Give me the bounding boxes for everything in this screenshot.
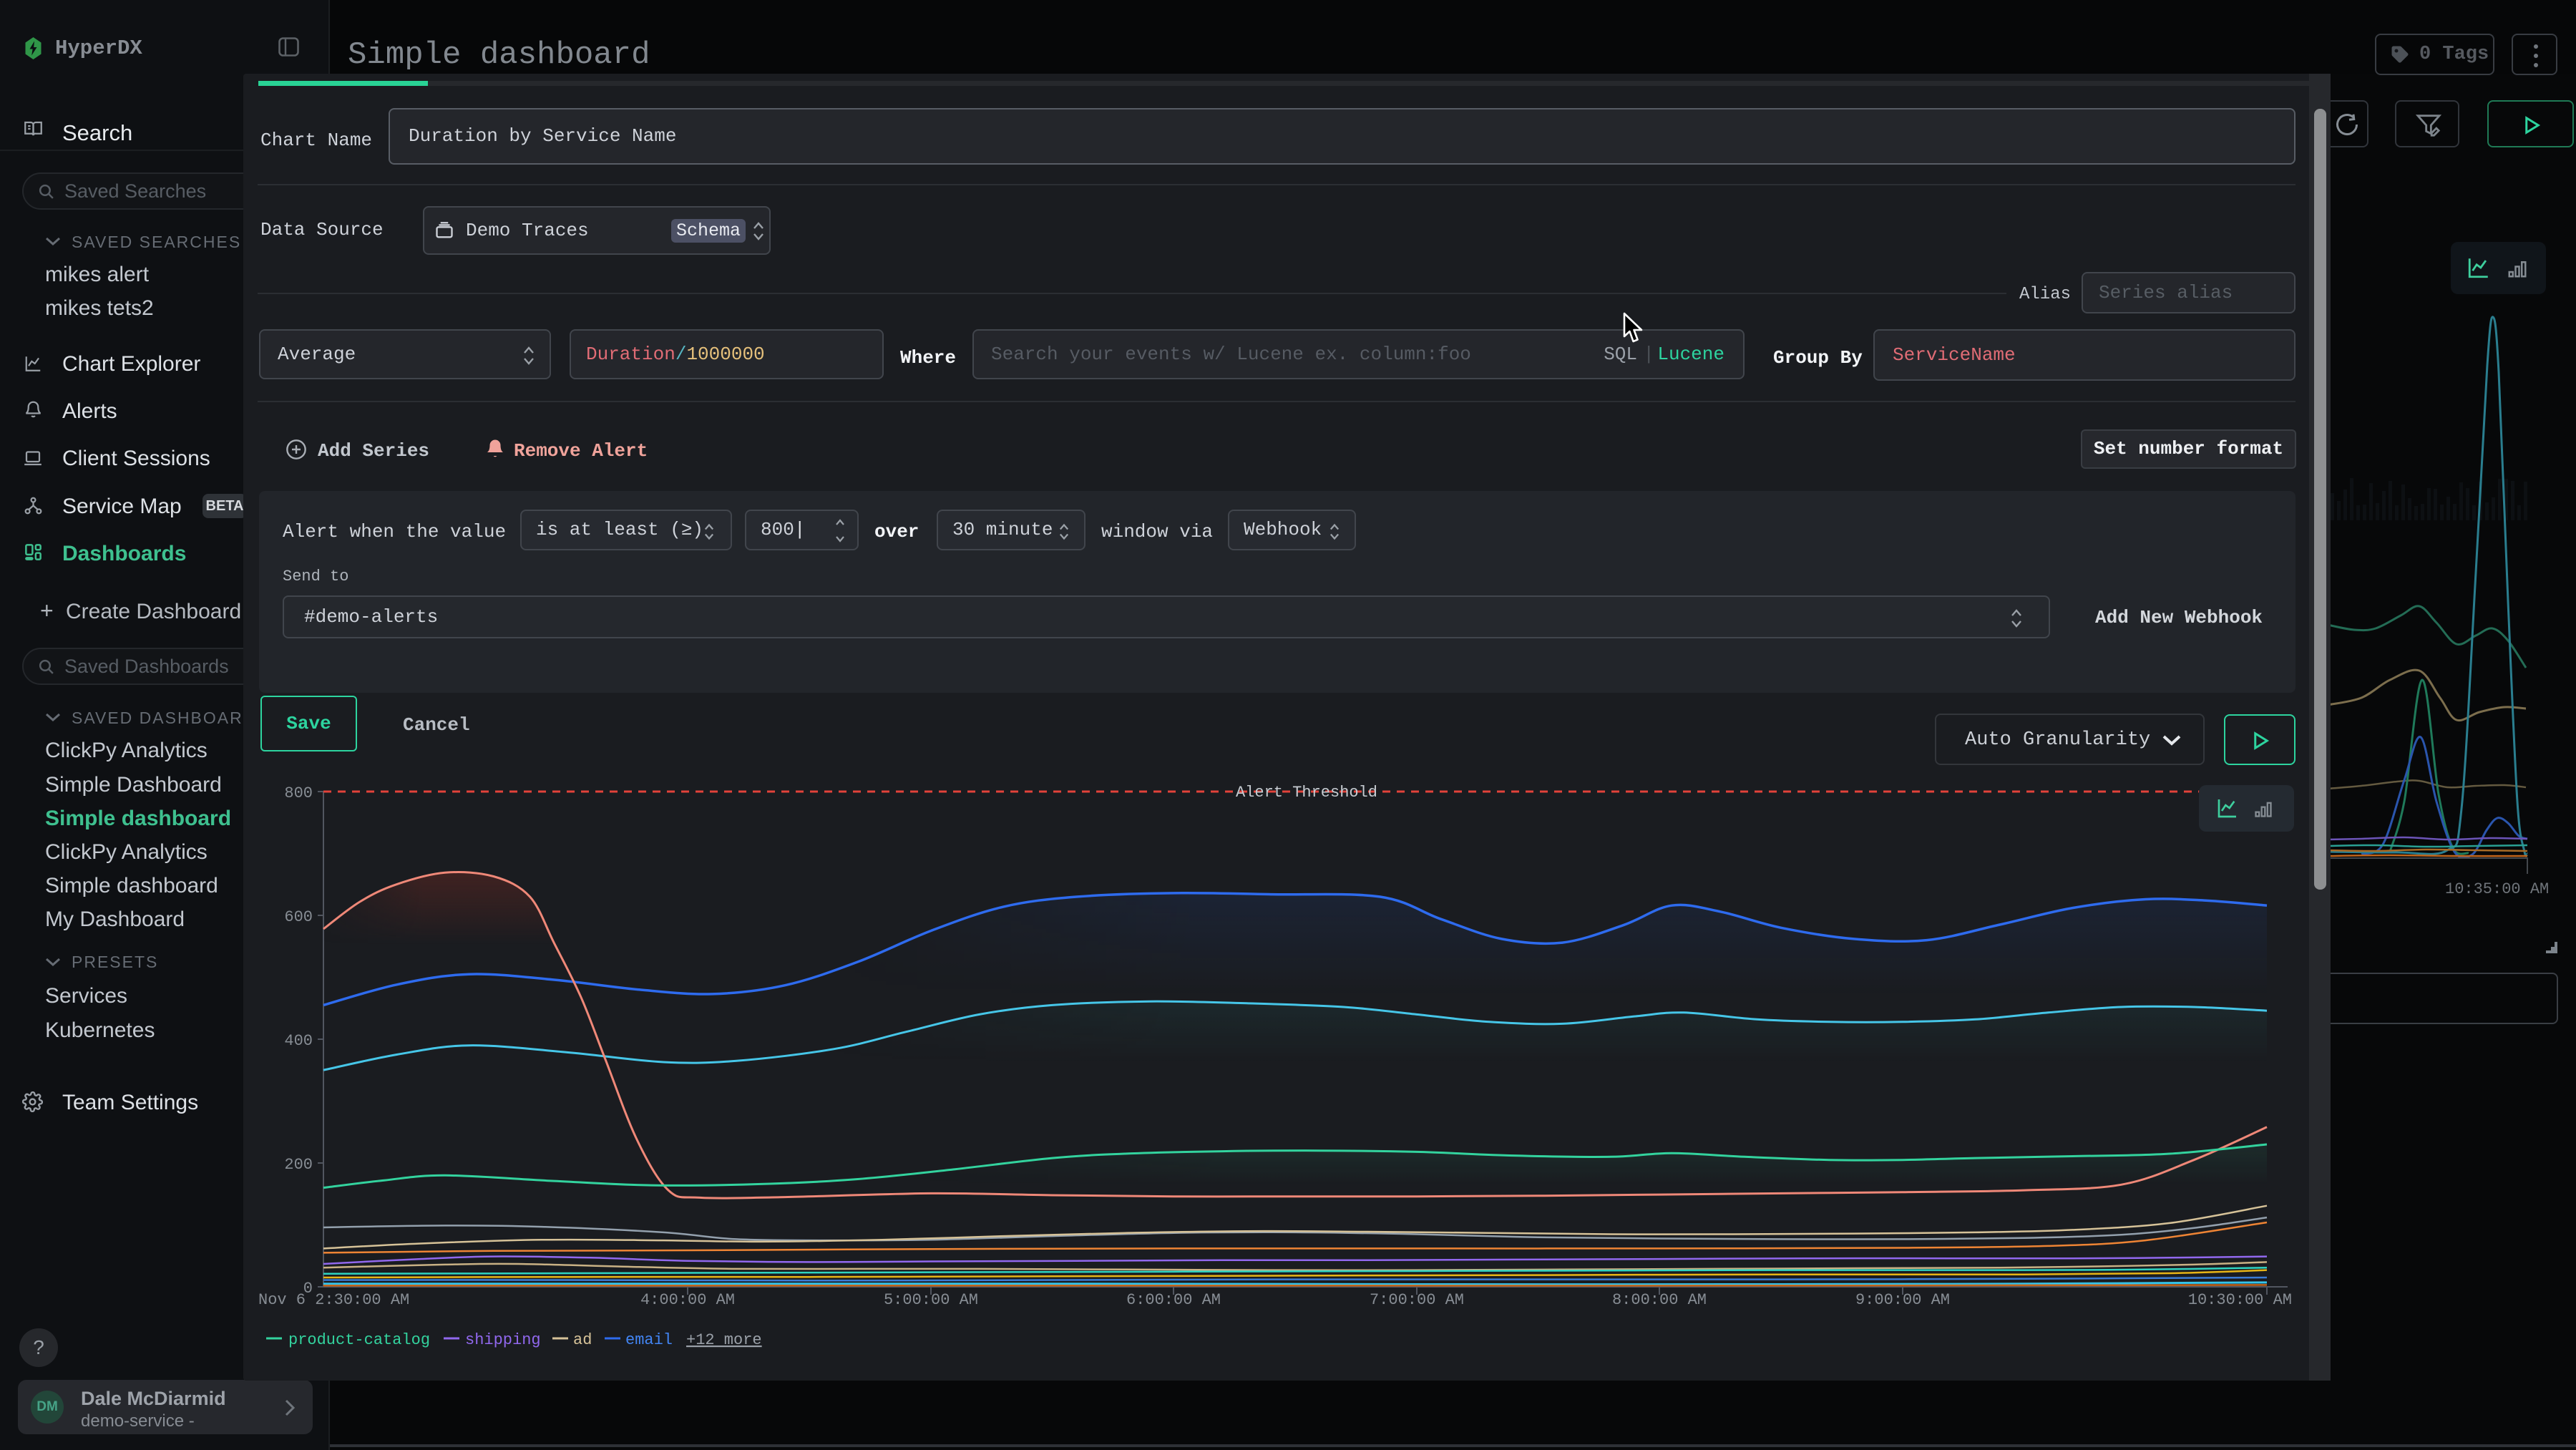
svg-text:5:00:00 AM: 5:00:00 AM [884, 1291, 978, 1309]
svg-text:800: 800 [284, 784, 313, 802]
svg-text:10:30:00 AM: 10:30:00 AM [2188, 1291, 2292, 1309]
svg-text:Nov 6 2:30:00 AM: Nov 6 2:30:00 AM [258, 1291, 409, 1309]
svg-text:shipping: shipping [465, 1331, 541, 1349]
svg-text:400: 400 [284, 1032, 313, 1050]
svg-text:4:00:00 AM: 4:00:00 AM [640, 1291, 735, 1309]
svg-text:Alert Threshold: Alert Threshold [1236, 784, 1377, 802]
svg-text:7:00:00 AM: 7:00:00 AM [1370, 1291, 1464, 1309]
svg-text:6:00:00 AM: 6:00:00 AM [1126, 1291, 1221, 1309]
svg-text:10:35:00 AM: 10:35:00 AM [2445, 880, 2549, 895]
svg-text:9:00:00 AM: 9:00:00 AM [1855, 1291, 1950, 1309]
svg-text:600: 600 [284, 908, 313, 926]
svg-text:+12 more: +12 more [686, 1331, 762, 1349]
svg-text:ad: ad [573, 1331, 592, 1349]
svg-text:email: email [625, 1331, 673, 1349]
svg-text:product-catalog: product-catalog [288, 1331, 430, 1349]
svg-text:200: 200 [284, 1156, 313, 1174]
svg-text:8:00:00 AM: 8:00:00 AM [1612, 1291, 1707, 1309]
